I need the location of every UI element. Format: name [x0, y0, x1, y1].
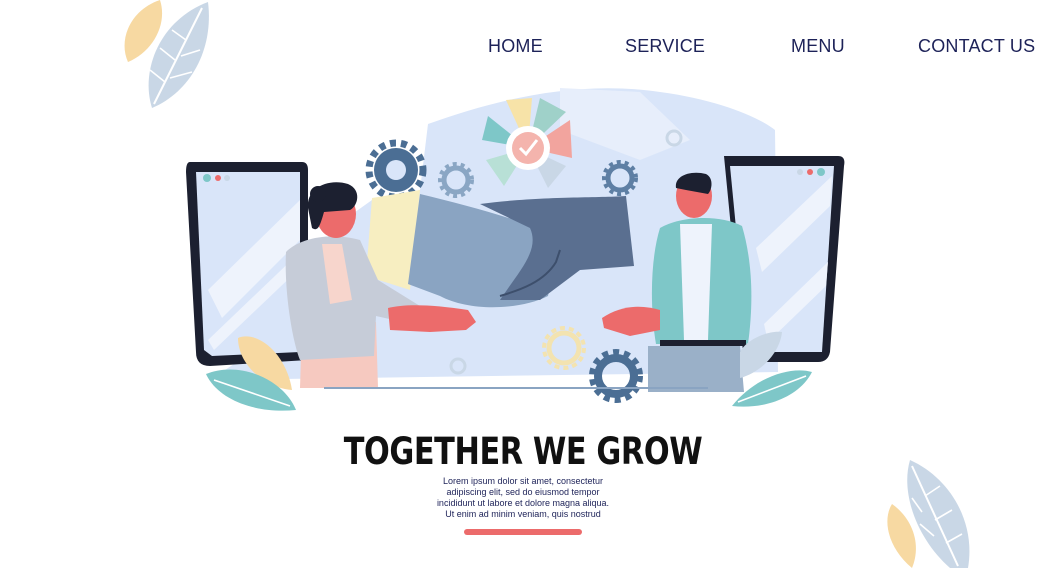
hero-body-copy: Lorem ipsum dolor sit amet, consectetur … — [400, 476, 646, 520]
cta-button[interactable] — [464, 529, 582, 535]
nav-contact-link[interactable]: CONTACT US — [918, 36, 1035, 57]
leaf-icon — [887, 460, 970, 568]
body-line: Lorem ipsum dolor sit amet, consectetur — [442, 476, 604, 486]
body-line: incididunt ut labore et dolore magna ali… — [436, 498, 610, 508]
gear-icon — [365, 139, 427, 201]
hero-headline: TOGETHER WE GROW — [343, 430, 703, 473]
body-line: adipiscing elit, sed do eiusmod tempor — [446, 487, 600, 497]
nav-service-link[interactable]: SERVICE — [625, 36, 705, 57]
nav-home-link[interactable]: HOME — [488, 36, 543, 57]
nav-menu-link[interactable]: MENU — [791, 36, 845, 57]
top-nav: HOME SERVICE MENU CONTACT US — [0, 36, 1060, 60]
body-line: Ut enim ad minim veniam, quis nostrud — [445, 509, 601, 519]
